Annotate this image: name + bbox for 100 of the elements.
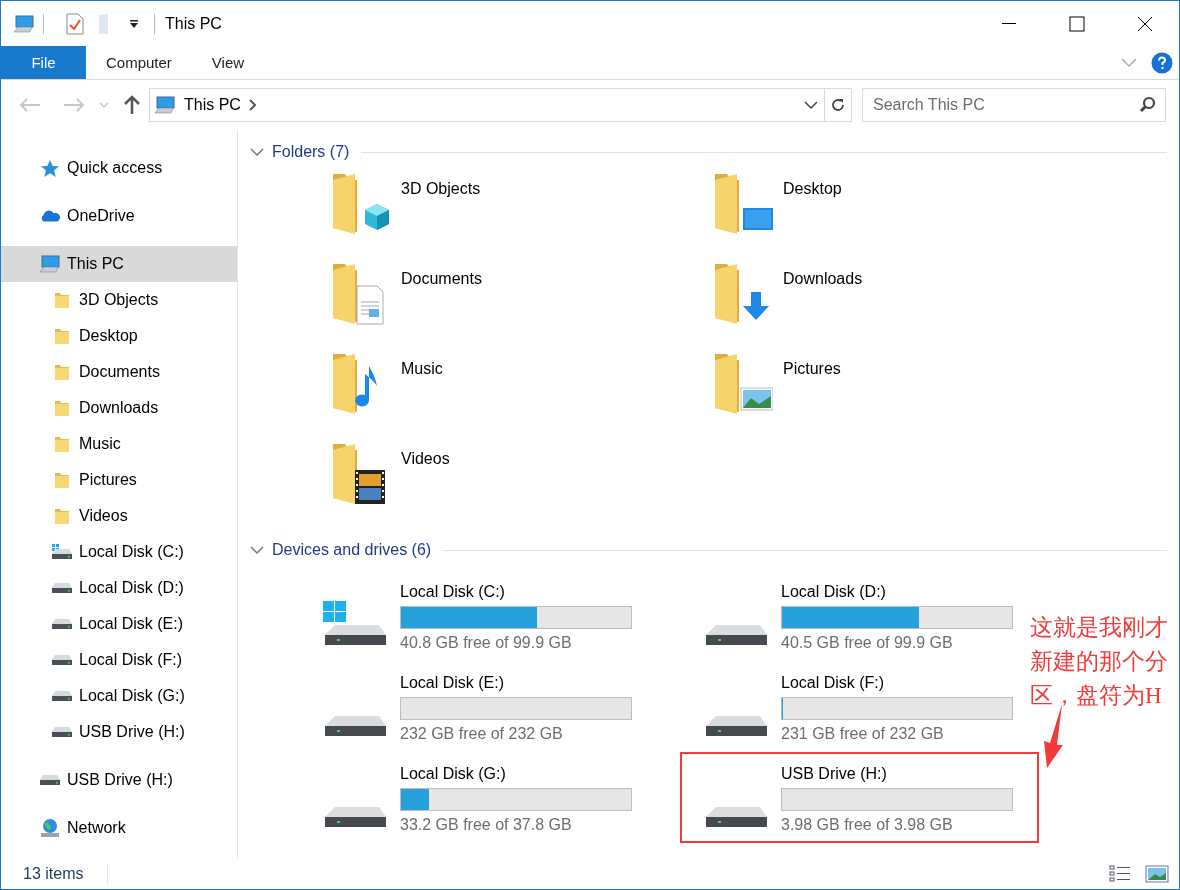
sidebar-item[interactable]: Network [1,810,237,846]
sidebar-item[interactable]: Videos [1,498,237,534]
folder-name[interactable]: Downloads [783,270,863,288]
details-view-icon[interactable] [1109,864,1131,883]
folder-icon [53,435,71,453]
drive-icon [323,806,387,829]
drive-icon [51,726,73,738]
search-icon [1139,96,1156,113]
computer-icon [39,255,61,273]
drive-icon [39,774,61,786]
sidebar-label: Network [67,819,126,837]
folder-name[interactable]: Desktop [783,180,842,198]
sidebar-label: Videos [79,507,128,525]
drive-name[interactable]: Local Disk (F:) [781,674,1013,694]
file-menu-tab[interactable]: File [1,46,86,79]
drive-icon [51,618,73,630]
folder-name[interactable]: 3D Objects [401,180,481,198]
star-icon [40,158,60,178]
help-icon[interactable] [1151,51,1173,74]
search-field[interactable]: Search This PC [862,88,1166,122]
chevron-down-icon[interactable] [250,545,264,555]
drive-name[interactable]: Local Disk (G:) [400,765,632,785]
drive-name[interactable]: Local Disk (D:) [781,583,1013,603]
sidebar-item[interactable]: Local Disk (E:) [1,606,237,642]
drive-icon [51,654,73,666]
folder-name[interactable]: Documents [401,270,482,288]
sidebar-item[interactable]: Quick access [1,150,237,186]
group-header[interactable]: Folders (7) [272,143,350,161]
sidebar-label: 3D Objects [79,291,159,309]
sidebar-label: Quick access [67,159,163,177]
sidebar-item[interactable]: Music [1,426,237,462]
maximize-icon [1069,15,1085,32]
sidebar-item[interactable]: 3D Objects [1,282,237,318]
folder-icon [53,507,71,525]
folder-name[interactable]: Videos [401,450,450,468]
sidebar-label: USB Drive (H:) [67,771,173,789]
annotation-text: 这就是我刚才新建的那个分区，盘符为H [1030,614,1169,710]
sidebar-item[interactable]: USB Drive (H:) [1,762,237,798]
drive-icon [704,715,768,738]
up-arrow-icon[interactable] [123,95,141,115]
sidebar-label: Local Disk (G:) [79,687,185,705]
sidebar-item[interactable]: Documents [1,354,237,390]
minimize-icon [1002,23,1016,24]
sidebar-label: OneDrive [67,207,135,225]
item-count: 13 items [23,864,84,883]
properties-icon[interactable] [66,12,84,35]
sidebar-item[interactable]: USB Drive (H:) [1,714,237,750]
free-space-text: 231 GB free of 232 GB [781,725,945,743]
folder-icon [331,172,391,236]
folder-icon [53,471,71,489]
drive-icon [51,582,73,594]
sidebar-label: Local Disk (D:) [79,579,184,597]
computer-icon [154,96,176,114]
sidebar-label: Local Disk (C:) [79,543,184,561]
sidebar-item[interactable]: Downloads [1,390,237,426]
breadcrumb-item[interactable]: This PC [184,96,241,114]
free-space-text: 3.98 GB free of 3.98 GB [781,816,954,834]
chevron-right-icon[interactable] [248,99,257,111]
sidebar-item[interactable]: Local Disk (C:) [1,534,237,570]
chevron-down-icon[interactable] [804,100,818,110]
folder-icon [53,363,71,381]
sidebar-label: This PC [67,255,124,273]
sidebar-item[interactable]: OneDrive [1,198,237,234]
drive-name[interactable]: Local Disk (C:) [400,583,632,603]
address-bar[interactable]: This PC [149,88,852,122]
sidebar-label: Local Disk (E:) [79,615,184,633]
sidebar-item[interactable]: Local Disk (G:) [1,678,237,714]
folder-icon [713,172,773,236]
window-title: This PC [165,14,222,33]
sidebar-item[interactable]: Desktop [1,318,237,354]
drive-icon [51,544,73,560]
sidebar-label: Music [79,435,121,453]
free-space-text: 40.8 GB free of 99.9 GB [400,634,573,652]
sidebar-label: Desktop [79,327,138,345]
drive-name[interactable]: Local Disk (E:) [400,674,632,694]
drive-icon [704,624,768,647]
sidebar-label: Local Disk (F:) [79,651,183,669]
computer-icon [13,14,35,33]
group-header[interactable]: Devices and drives (6) [272,541,432,559]
sidebar-label: Pictures [79,471,137,489]
refresh-icon[interactable] [830,97,846,113]
folder-icon [53,399,71,417]
folder-icon [713,352,773,416]
free-space-text: 33.2 GB free of 37.8 GB [400,816,573,834]
large-icons-view-icon[interactable] [1145,864,1169,883]
folder-icon [53,291,71,309]
ribbon-tab[interactable]: Computer [86,46,192,79]
ribbon-tab[interactable]: View [191,46,265,79]
dropdown-icon[interactable] [128,18,140,29]
folder-name[interactable]: Music [401,360,443,378]
sidebar-item[interactable]: Pictures [1,462,237,498]
cloud-icon [39,209,61,223]
drive-icon [51,690,73,702]
close-icon [1137,15,1153,32]
drive-name[interactable]: USB Drive (H:) [781,765,1013,785]
sidebar-item[interactable]: Local Disk (D:) [1,570,237,606]
sidebar-item[interactable]: This PC [1,246,237,282]
sidebar-item[interactable]: Local Disk (F:) [1,642,237,678]
folder-name[interactable]: Pictures [783,360,841,378]
chevron-down-icon[interactable] [250,147,264,157]
